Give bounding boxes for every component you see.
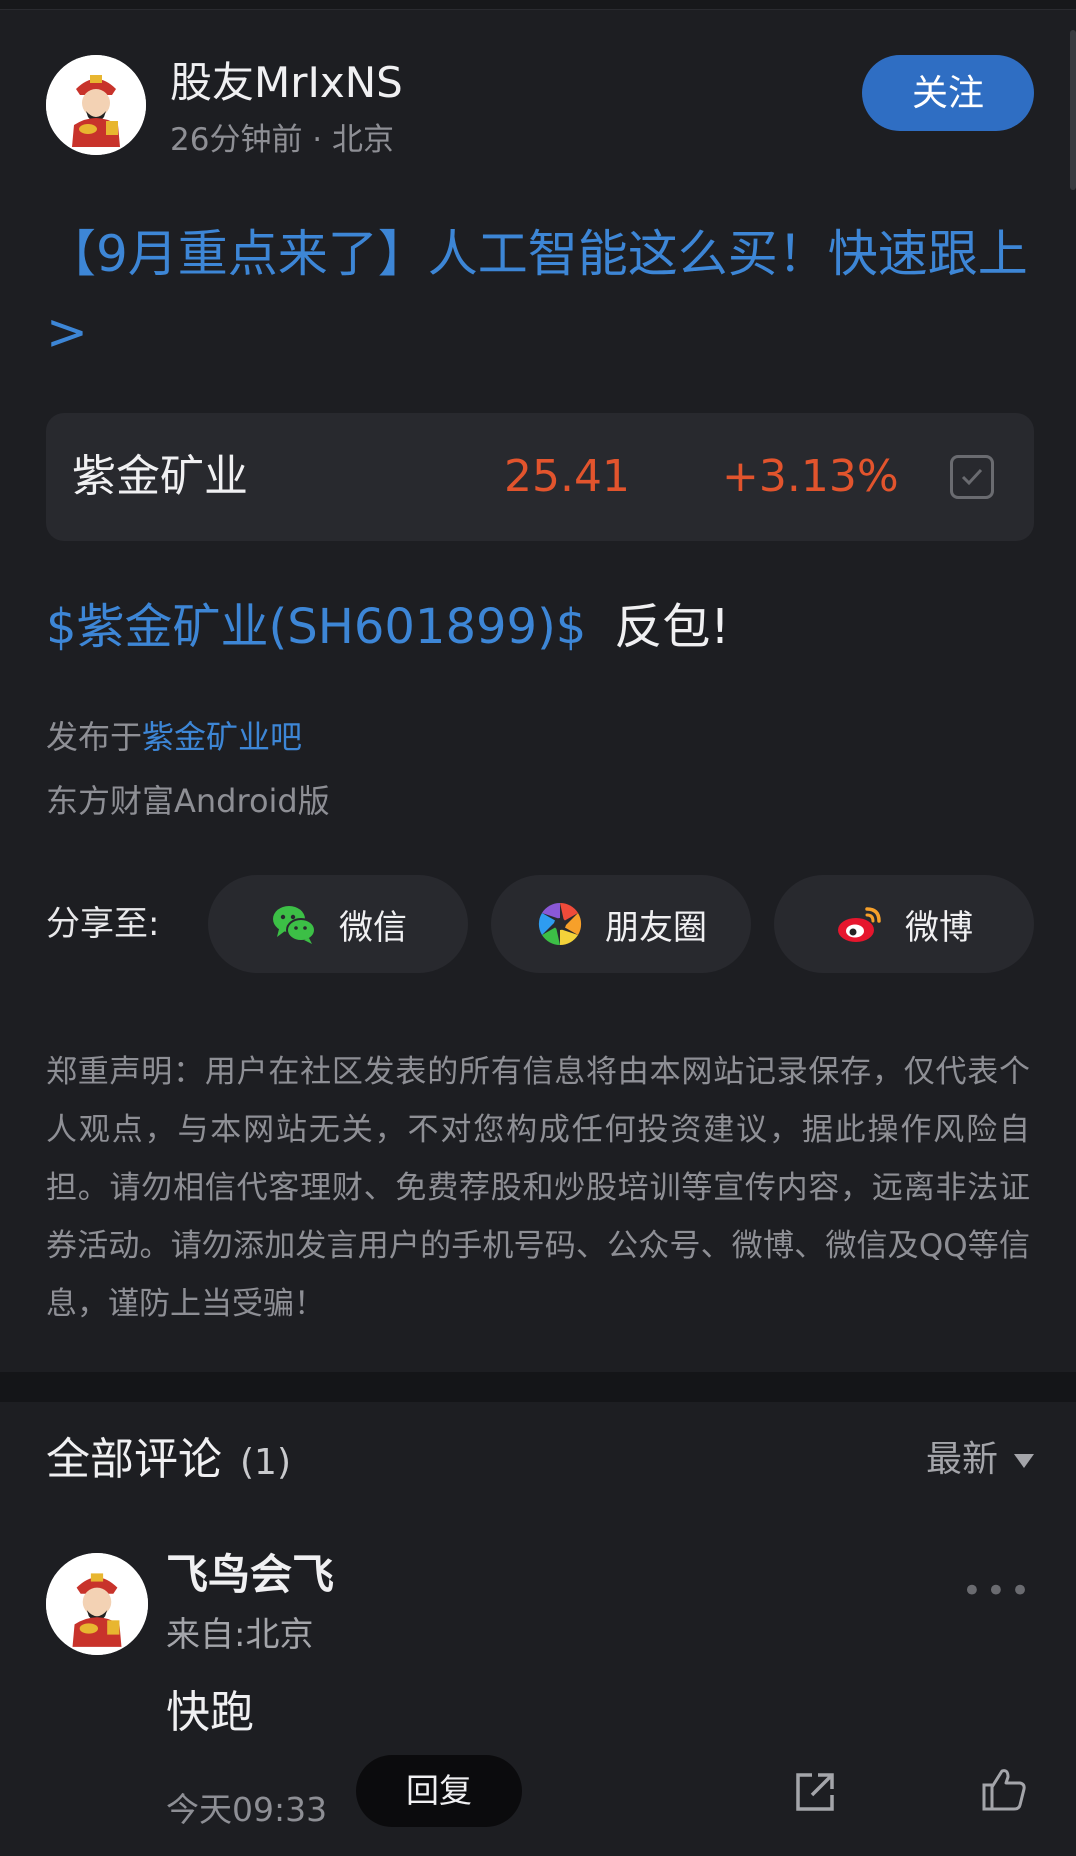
commenter-location: 来自:北京 [166, 1615, 314, 1655]
reply-button[interactable]: 回复 [356, 1755, 522, 1827]
share-weibo-button[interactable]: 微博 [774, 875, 1034, 973]
share-label: 分享至: [46, 904, 160, 944]
wechat-icon [273, 906, 316, 944]
scrollbar[interactable] [1070, 30, 1076, 190]
commenter-avatar[interactable] [46, 1553, 148, 1655]
stock-change: +3.13% [722, 451, 899, 502]
stock-card[interactable]: 紫金矿业 25.41 +3.13% [46, 413, 1034, 541]
thumbs-up-icon[interactable] [980, 1765, 1028, 1813]
forum-link[interactable]: 紫金矿业吧 [142, 718, 302, 756]
post-content: $紫金矿业(SH601899)$ 反包! [46, 595, 730, 659]
share-external-icon[interactable] [792, 1769, 838, 1815]
caret-down-icon [1014, 1454, 1034, 1468]
follow-button[interactable]: 关注 [862, 55, 1034, 131]
avatar-fortune-god-icon [46, 1553, 148, 1655]
share-weibo-label: 微博 [905, 907, 973, 948]
disclaimer: 郑重声明：用户在社区发表的所有信息将由本网站记录保存，仅代表个人观点，与本网站无… [46, 1054, 1030, 1322]
published-prefix: 发布于 [46, 718, 143, 756]
commenter-name[interactable]: 飞鸟会飞 [166, 1547, 334, 1603]
add-watchlist-checkbox[interactable] [950, 455, 994, 499]
published-in: 发布于紫金矿业吧 [46, 714, 302, 760]
comment-item: 飞鸟会飞 来自:北京 ••• 快跑 今天09:33 回复 [46, 1550, 1034, 1843]
stock-tag-link[interactable]: $紫金矿业(SH601899)$ [46, 599, 586, 655]
author-name[interactable]: 股友MrIxNS [170, 55, 403, 111]
top-divider [0, 0, 1076, 10]
comment-time: 今天09:33 [166, 1790, 328, 1829]
more-options-icon[interactable]: ••• [962, 1571, 1034, 1611]
comments-count: (1) [240, 1442, 291, 1483]
section-divider [0, 1372, 1076, 1402]
share-wechat-button[interactable]: 微信 [208, 875, 468, 973]
check-icon [961, 468, 983, 486]
comment-text: 快跑 [166, 1687, 254, 1738]
avatar[interactable] [46, 55, 146, 155]
comments-header: 全部评论 (1) 最新 [46, 1428, 1034, 1492]
moments-icon [538, 902, 582, 946]
sort-label: 最新 [925, 1439, 998, 1480]
share-wechat-label: 微信 [339, 907, 407, 948]
post-text: 反包! [614, 599, 730, 655]
avatar-fortune-god-icon [46, 55, 146, 155]
stock-price: 25.41 [504, 451, 630, 502]
sort-dropdown[interactable]: 最新 [926, 1428, 1034, 1492]
promo-link[interactable]: 【9月重点来了】人工智能这么买！快速跟上> [46, 215, 1030, 371]
post-meta: 26分钟前 · 北京 [170, 122, 395, 158]
stock-name: 紫金矿业 [72, 451, 248, 502]
share-moments-button[interactable]: 朋友圈 [491, 875, 751, 973]
weibo-icon [838, 907, 881, 942]
post-header: 股友MrIxNS 26分钟前 · 北京 关注 [46, 55, 1034, 160]
share-row: 分享至: 微信 朋友圈 微博 [46, 875, 1034, 973]
client-source: 东方财富Android版 [46, 782, 330, 820]
comments-title: 全部评论 (1) [46, 1428, 291, 1495]
comments-title-text: 全部评论 [46, 1434, 222, 1485]
share-moments-label: 朋友圈 [605, 907, 707, 948]
